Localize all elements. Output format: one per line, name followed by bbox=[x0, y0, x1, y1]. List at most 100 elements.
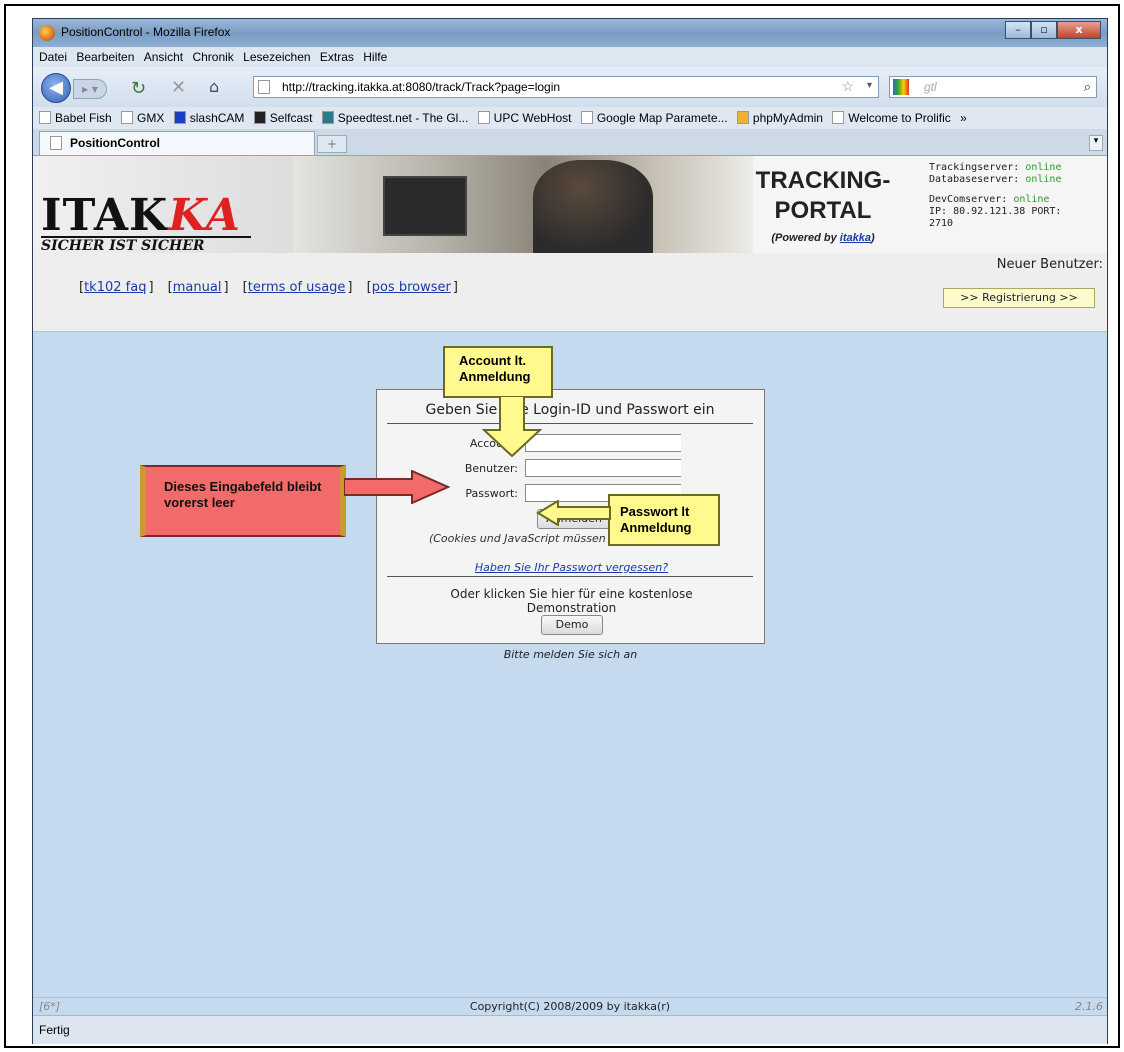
link-row: Neuer Benutzer: [tk102 faq] [manual] [te… bbox=[33, 253, 1107, 332]
back-button[interactable]: ◀ bbox=[41, 73, 71, 103]
selfcast-icon bbox=[253, 111, 266, 124]
link-manual[interactable]: manual bbox=[173, 280, 222, 295]
copyright: Copyright(C) 2008/2009 by itakka(r) bbox=[469, 1000, 671, 1013]
banner-photo bbox=[293, 156, 753, 253]
bookmark-babel-fish[interactable]: Babel Fish bbox=[39, 107, 112, 129]
itakka-link[interactable]: itakka bbox=[840, 232, 871, 244]
operator-image bbox=[533, 160, 653, 253]
menu-hilfe[interactable]: Hilfe bbox=[363, 47, 387, 67]
tab-list-icon[interactable]: ▾ bbox=[1089, 135, 1103, 151]
bookmarks-overflow-chevron[interactable]: » bbox=[960, 107, 967, 129]
menu-extras[interactable]: Extras bbox=[320, 47, 354, 67]
page-icon bbox=[580, 111, 593, 124]
version: 2.1.6 bbox=[1075, 1000, 1103, 1013]
tab-positioncontrol[interactable]: PositionControl bbox=[39, 131, 315, 155]
callout-empty-field-arrow bbox=[344, 470, 450, 504]
logo-slogan: SICHER IST SICHER bbox=[41, 238, 205, 254]
menu-lesezeichen[interactable]: Lesezeichen bbox=[243, 47, 310, 67]
laptop-image bbox=[383, 176, 467, 236]
portal-title-line-2: PORTAL bbox=[774, 197, 872, 224]
help-links: [tk102 faq] [manual] [terms of usage] [p… bbox=[79, 280, 458, 295]
babel-fish-icon bbox=[39, 111, 51, 124]
status-bar: Fertig bbox=[33, 1015, 1107, 1044]
neuer-benutzer-label: Neuer Benutzer: bbox=[996, 257, 1103, 272]
callout-account-arrow bbox=[482, 396, 542, 458]
maximize-button[interactable]: ▫ bbox=[1031, 21, 1057, 39]
bookmark-speedtest[interactable]: Speedtest.net - The Gl... bbox=[321, 107, 468, 129]
google-search-engine-icon[interactable] bbox=[893, 79, 909, 95]
database-status: online bbox=[1025, 174, 1062, 185]
search-input[interactable]: gtl bbox=[924, 80, 937, 94]
itakka-logo: ITAKKA SICHER IST SICHER bbox=[33, 156, 293, 254]
login-title: Geben Sie Ihre Login-ID und Passwort ein bbox=[425, 402, 715, 418]
bookmark-gmx[interactable]: GMX bbox=[121, 107, 164, 129]
menu-datei[interactable]: Datei bbox=[39, 47, 67, 67]
page-icon bbox=[50, 136, 62, 150]
link-terms-of-usage[interactable]: terms of usage bbox=[248, 280, 346, 295]
bookmark-upc-webhost[interactable]: UPC WebHost bbox=[477, 107, 571, 129]
demo-button[interactable]: Demo bbox=[541, 615, 603, 635]
home-icon[interactable]: ⌂ bbox=[209, 77, 219, 96]
site-banner: ITAKKA SICHER IST SICHER TRACKING- PORTA… bbox=[33, 156, 1107, 254]
portal-title-line-1: TRACKING- bbox=[755, 167, 891, 194]
firefox-icon bbox=[39, 25, 55, 41]
bookmark-star-icon[interactable]: ☆ bbox=[841, 78, 854, 95]
divider bbox=[387, 576, 753, 577]
logo-text: ITAK bbox=[41, 190, 169, 241]
benutzer-label: Benutzer: bbox=[464, 462, 518, 475]
tab-label: PositionControl bbox=[70, 136, 160, 150]
server-status: Trackingserver: online Databaseserver: o… bbox=[929, 162, 1062, 229]
gmx-icon bbox=[121, 111, 134, 124]
menu-bearbeiten[interactable]: Bearbeiten bbox=[76, 47, 134, 67]
callout-empty-field: Dieses Eingabefeld bleibt vorerst leer bbox=[140, 465, 346, 537]
link-pos-browser[interactable]: pos browser bbox=[372, 280, 451, 295]
callout-password: Passwort lt Anmeldung bbox=[608, 494, 720, 546]
phpmyadmin-icon bbox=[736, 111, 749, 124]
title-bar: PositionControl - Mozilla Firefox – ▫ x bbox=[33, 19, 1107, 47]
account-input[interactable] bbox=[525, 434, 681, 452]
stop-icon[interactable]: ✕ bbox=[171, 77, 186, 98]
page-content: ITAKKA SICHER IST SICHER TRACKING- PORTA… bbox=[33, 156, 1107, 1015]
divider bbox=[387, 423, 753, 424]
window-title: PositionControl - Mozilla Firefox bbox=[61, 25, 231, 39]
powered-by: (Powered by itakka) bbox=[771, 232, 875, 244]
passwort-label: Passwort: bbox=[465, 487, 518, 500]
reload-icon[interactable]: ↻ bbox=[131, 78, 146, 99]
page-icon bbox=[258, 80, 270, 94]
devcom-status: online bbox=[1013, 194, 1050, 205]
bookmark-slashcam[interactable]: slashCAM bbox=[173, 107, 244, 129]
minimize-button[interactable]: – bbox=[1005, 21, 1031, 39]
status-text: Fertig bbox=[39, 1023, 70, 1037]
tracking-portal-title: TRACKING- PORTAL bbox=[733, 166, 913, 226]
url-text[interactable]: http://tracking.itakka.at:8080/track/Tra… bbox=[282, 80, 560, 94]
close-button[interactable]: x bbox=[1057, 21, 1101, 39]
tab-bar: PositionControl + ▾ bbox=[33, 129, 1107, 156]
tracking-status: online bbox=[1025, 162, 1062, 173]
register-button[interactable]: >> Registrierung >> bbox=[943, 288, 1095, 308]
callout-password-arrow bbox=[536, 500, 611, 526]
new-tab-button[interactable]: + bbox=[317, 135, 347, 153]
link-tk102-faq[interactable]: tk102 faq bbox=[84, 280, 146, 295]
server-ip: IP: 80.92.121.38 PORT: bbox=[929, 206, 1062, 217]
forgot-password-link[interactable]: Haben Sie Ihr Passwort vergessen? bbox=[475, 561, 668, 574]
bookmark-phpmyadmin[interactable]: phpMyAdmin bbox=[736, 107, 823, 129]
speedtest-icon bbox=[321, 111, 334, 124]
menu-ansicht[interactable]: Ansicht bbox=[144, 47, 183, 67]
bookmark-selfcast[interactable]: Selfcast bbox=[253, 107, 312, 129]
bookmark-google-map[interactable]: Google Map Paramete... bbox=[580, 107, 728, 129]
menu-chronik[interactable]: Chronik bbox=[192, 47, 233, 67]
url-bar[interactable]: http://tracking.itakka.at:8080/track/Tra… bbox=[253, 76, 879, 98]
login-hint: Bitte melden Sie sich an bbox=[503, 648, 638, 661]
benutzer-input[interactable] bbox=[525, 459, 681, 477]
page-icon bbox=[832, 111, 845, 124]
search-bar[interactable]: gtl ⌕ bbox=[889, 76, 1097, 98]
page-footer: [6*] Copyright(C) 2008/2009 by itakka(r)… bbox=[33, 997, 1107, 1015]
logo-text-red: KA bbox=[168, 190, 241, 241]
demo-text: Oder klicken Sie hier für eine kostenlos… bbox=[450, 587, 693, 615]
url-dropdown-icon[interactable]: ▾ bbox=[867, 80, 872, 91]
search-icon[interactable]: ⌕ bbox=[1084, 79, 1091, 95]
navigation-toolbar: ◀ ▸ ▾ ↻ ✕ ⌂ http://tracking.itakka.at:80… bbox=[33, 67, 1107, 107]
bookmark-prolific[interactable]: Welcome to Prolific bbox=[832, 107, 951, 129]
menu-bar: Datei Bearbeiten Ansicht Chronik Lesezei… bbox=[33, 47, 1107, 67]
forward-button[interactable]: ▸ ▾ bbox=[73, 79, 107, 99]
